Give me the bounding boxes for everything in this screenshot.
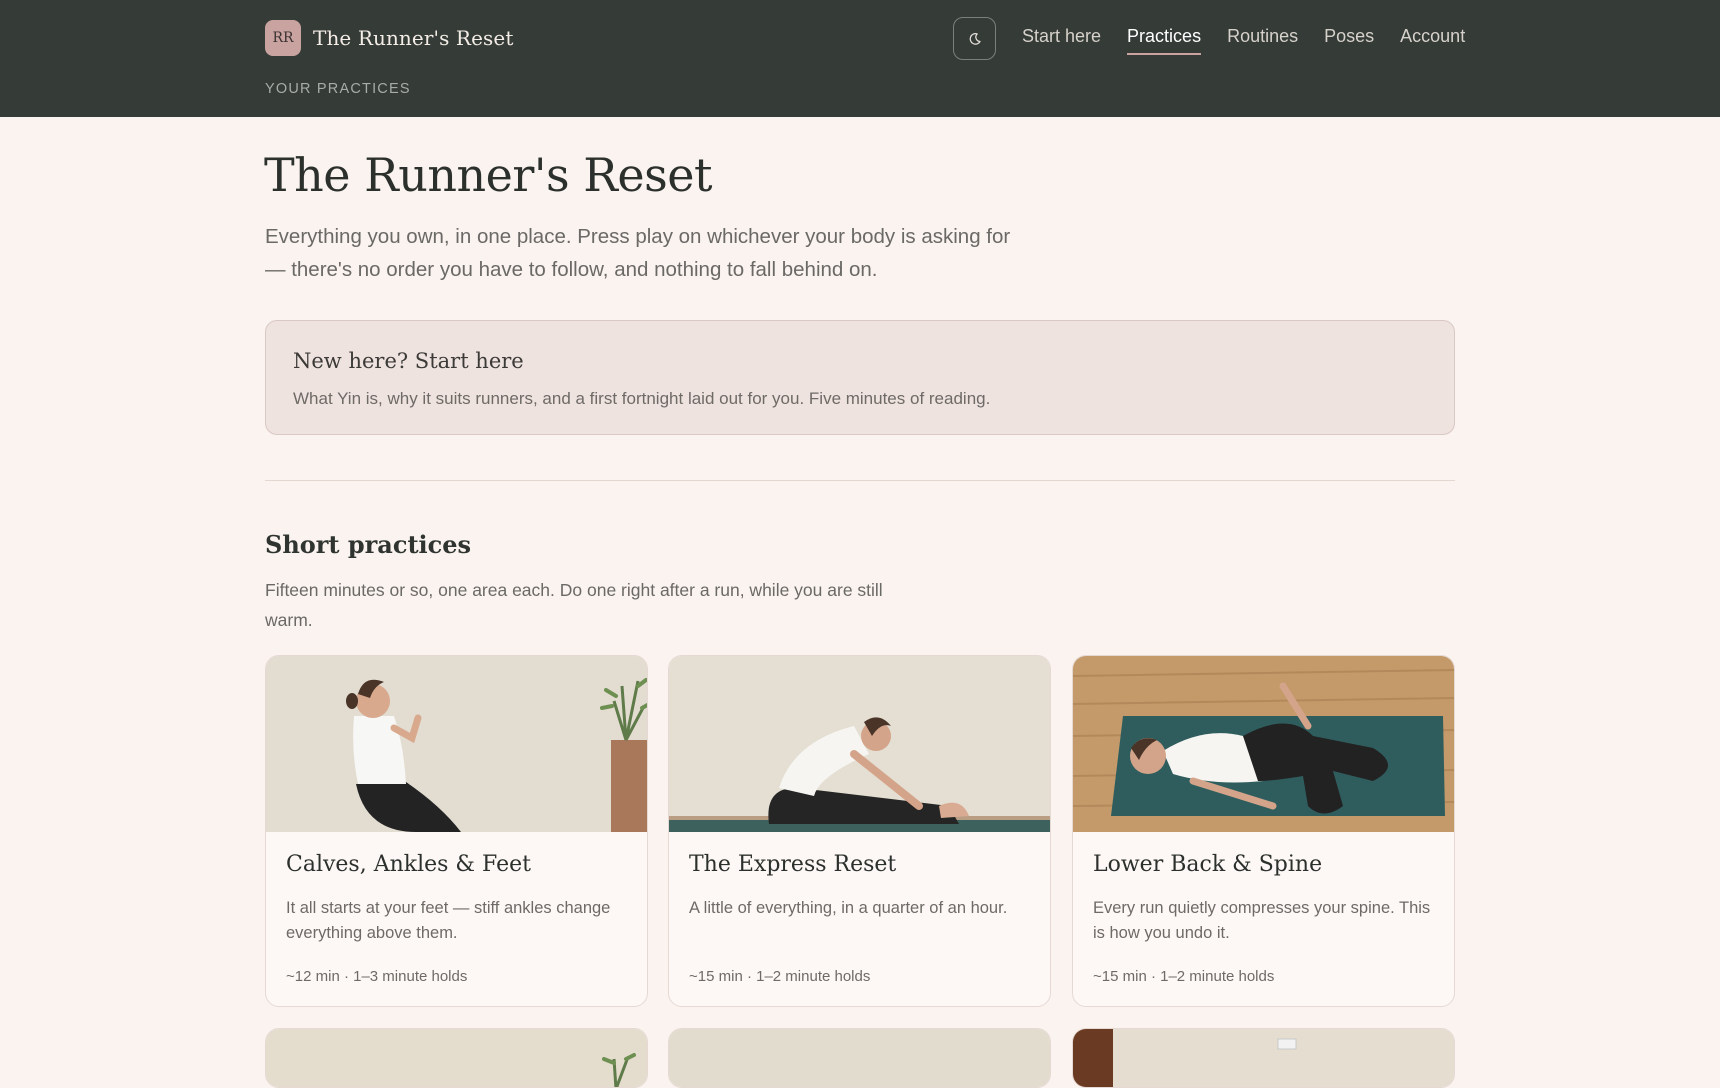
practice-card-next-1[interactable] (265, 1028, 648, 1088)
top-navigation-bar: RR The Runner's Reset Start here Practic… (0, 0, 1720, 117)
divider (265, 480, 1455, 481)
practice-card-next-2[interactable] (668, 1028, 1051, 1088)
supine-twist-photo (1073, 656, 1454, 832)
main-nav: Start here Practices Routines Poses Acco… (1022, 26, 1465, 55)
card-description: A little of everything, in a quarter of … (689, 899, 1008, 917)
callout-title: New here? Start here (293, 349, 524, 373)
brand-link[interactable]: RR The Runner's Reset (265, 20, 513, 56)
seated-meditation-photo (266, 656, 647, 832)
section-description: Fifteen minutes or so, one area each. Do… (265, 580, 883, 630)
practice-card-calves[interactable]: Calves, Ankles & Feet It all starts at y… (265, 655, 648, 1007)
callout-text: What Yin is, why it suits runners, and a… (293, 389, 991, 408)
start-here-callout[interactable]: New here? Start here What Yin is, why it… (265, 320, 1455, 435)
brand-logo: RR (265, 20, 301, 56)
page-intro: Everything you own, in one place. Press … (265, 225, 1011, 281)
card-meta: ~12 min · 1–3 minute holds (286, 968, 468, 985)
nav-poses[interactable]: Poses (1324, 26, 1374, 55)
card-description: It all starts at your feet — stiff ankle… (286, 899, 611, 942)
section-breadcrumb: YOUR PRACTICES (265, 81, 411, 97)
nav-account[interactable]: Account (1400, 26, 1465, 55)
card-meta: ~15 min · 1–2 minute holds (689, 968, 871, 985)
card-meta: ~15 min · 1–2 minute holds (1093, 968, 1275, 985)
nav-start-here[interactable]: Start here (1022, 26, 1101, 55)
practice-thumbnail (266, 1029, 647, 1087)
card-description: Every run quietly compresses your spine.… (1093, 899, 1431, 942)
practice-thumbnail (1073, 1029, 1454, 1087)
section-title: Short practices (265, 530, 472, 559)
card-title: The Express Reset (689, 852, 897, 877)
nav-routines[interactable]: Routines (1227, 26, 1298, 55)
theme-toggle-button[interactable] (953, 17, 996, 60)
nav-practices[interactable]: Practices (1127, 26, 1202, 55)
page-title: The Runner's Reset (264, 148, 712, 202)
moon-icon (969, 32, 981, 45)
card-title: Calves, Ankles & Feet (286, 852, 531, 877)
brand-name: The Runner's Reset (313, 26, 514, 50)
practice-thumbnail (669, 656, 1050, 832)
practice-card-express[interactable]: The Express Reset A little of everything… (668, 655, 1051, 1007)
practice-card-lower-back[interactable]: Lower Back & Spine Every run quietly com… (1072, 655, 1455, 1007)
card-title: Lower Back & Spine (1093, 852, 1323, 877)
practice-thumbnail (669, 1029, 1050, 1087)
forward-fold-photo (669, 656, 1050, 832)
practice-card-next-3[interactable] (1072, 1028, 1455, 1088)
practice-thumbnail (266, 656, 647, 832)
practice-thumbnail (1073, 656, 1454, 832)
